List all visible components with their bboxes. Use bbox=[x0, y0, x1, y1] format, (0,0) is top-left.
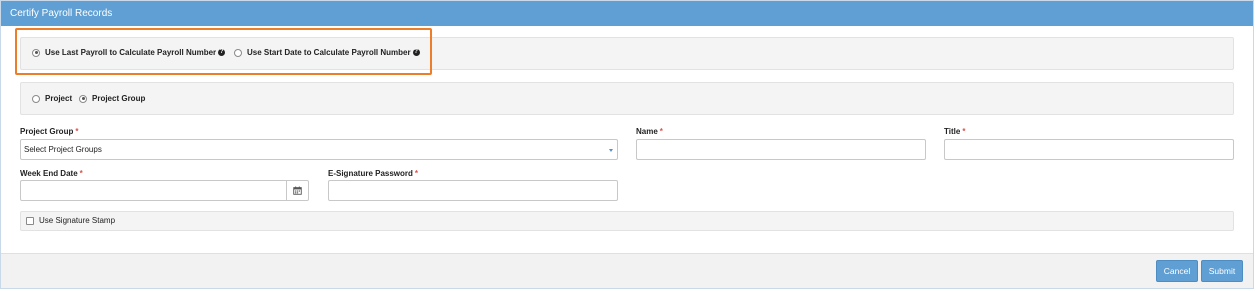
week-end-date-input[interactable] bbox=[20, 180, 287, 201]
label-text: Week End Date bbox=[20, 169, 78, 178]
cancel-button[interactable]: Cancel bbox=[1156, 260, 1198, 282]
radio-project-group[interactable]: Project Group bbox=[79, 94, 145, 103]
label-text: Project Group bbox=[20, 127, 74, 136]
radio-label: Project bbox=[45, 94, 73, 103]
esignature-password-input[interactable] bbox=[328, 180, 618, 201]
project-group-label: Project Group * bbox=[20, 127, 78, 136]
radio-button-checked[interactable] bbox=[79, 94, 87, 103]
required-mark: * bbox=[659, 127, 663, 136]
required-mark: * bbox=[414, 169, 419, 178]
radio-project[interactable]: Project bbox=[32, 94, 72, 103]
required-mark: * bbox=[962, 127, 966, 136]
calendar-icon bbox=[293, 186, 302, 195]
chevron-down-icon bbox=[609, 149, 613, 152]
scope-group bbox=[20, 82, 1234, 115]
title-input[interactable] bbox=[944, 139, 1234, 160]
radio-button[interactable] bbox=[32, 94, 40, 103]
select-value: Select Project Groups bbox=[24, 145, 102, 154]
certify-payroll-panel: Certify Payroll Records Use Last Payroll… bbox=[0, 0, 1254, 289]
signature-stamp-checkbox[interactable] bbox=[26, 216, 34, 225]
panel-footer: Cancel Submit bbox=[1, 253, 1253, 288]
panel-title: Certify Payroll Records bbox=[1, 1, 1253, 26]
use-signature-stamp-option[interactable]: Use Signature Stamp bbox=[26, 216, 115, 225]
signature-stamp-group bbox=[20, 211, 1234, 231]
title-label: Title * bbox=[944, 127, 965, 136]
week-end-date-label: Week End Date * bbox=[20, 169, 83, 178]
highlight-box bbox=[15, 28, 432, 75]
submit-button[interactable]: Submit bbox=[1201, 260, 1243, 282]
radio-label: Project Group bbox=[92, 94, 146, 103]
project-group-select[interactable]: Select Project Groups bbox=[20, 139, 618, 160]
checkbox-label: Use Signature Stamp bbox=[39, 216, 116, 225]
esignature-password-label: E-Signature Password * bbox=[328, 169, 418, 178]
required-mark: * bbox=[75, 127, 79, 136]
calendar-button[interactable] bbox=[287, 180, 309, 201]
name-label: Name * bbox=[636, 127, 663, 136]
label-text: Title bbox=[944, 127, 961, 136]
required-mark: * bbox=[79, 169, 83, 178]
label-text: E-Signature Password bbox=[328, 169, 413, 178]
name-input[interactable] bbox=[636, 139, 926, 160]
label-text: Name bbox=[636, 127, 658, 136]
